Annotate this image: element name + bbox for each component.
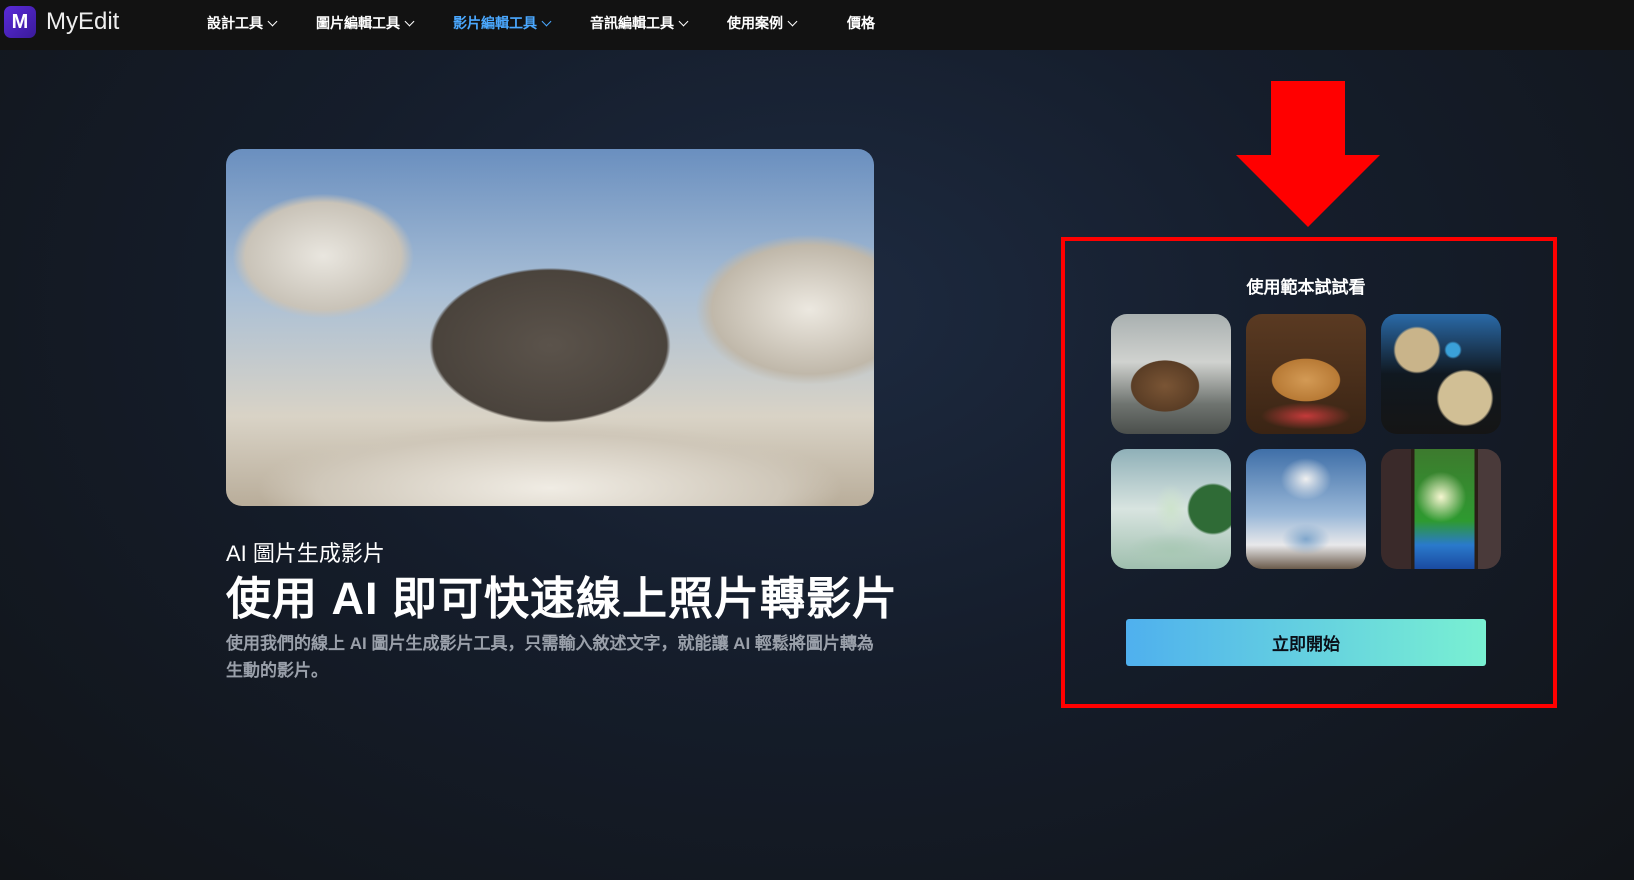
chevron-down-icon <box>267 16 278 26</box>
template-skincare[interactable] <box>1111 449 1231 569</box>
chevron-down-icon <box>404 16 415 26</box>
nav-label: 影片編輯工具 <box>453 15 537 31</box>
chevron-down-icon <box>787 16 798 26</box>
start-now-button[interactable]: 立即開始 <box>1126 619 1486 666</box>
nav-video-tools[interactable]: 影片編輯工具 <box>453 13 552 33</box>
hero-image-elephant-in-clouds <box>226 149 874 506</box>
chevron-down-icon <box>541 16 552 26</box>
nav-pricing[interactable]: 價格 <box>847 13 875 33</box>
nav-label: 設計工具 <box>207 15 263 31</box>
nav-label: 價格 <box>847 15 875 31</box>
annotation-arrow-down-icon <box>1236 155 1380 227</box>
chevron-down-icon <box>678 16 689 26</box>
hero-description: 使用我們的線上 AI 圖片生成影片工具，只需輸入敘述文字，就能讓 AI 輕鬆將圖… <box>226 634 874 680</box>
nav-use-cases[interactable]: 使用案例 <box>727 13 798 33</box>
nav-label: 使用案例 <box>727 15 783 31</box>
template-cloud-coffee[interactable] <box>1246 449 1366 569</box>
nav-label: 圖片編輯工具 <box>316 15 400 31</box>
templates-heading: 使用範本試試看 <box>1246 278 1366 297</box>
top-nav: M MyEdit 設計工具 圖片編輯工具 影片編輯工具 音訊編輯工具 使用案例 … <box>0 0 1634 50</box>
template-pancakes[interactable] <box>1246 314 1366 434</box>
template-coral-reef[interactable] <box>1381 314 1501 434</box>
nav-audio-tools[interactable]: 音訊編輯工具 <box>590 13 689 33</box>
nav-design-tools[interactable]: 設計工具 <box>207 13 278 33</box>
logo-icon: M <box>4 6 36 38</box>
brand-name: MyEdit <box>46 8 120 35</box>
template-window-palm[interactable] <box>1381 449 1501 569</box>
hero-title: 使用 AI 即可快速線上照片轉影片 <box>226 573 899 624</box>
nav-photo-tools[interactable]: 圖片編輯工具 <box>316 13 415 33</box>
nav-label: 音訊編輯工具 <box>590 15 674 31</box>
template-capybara[interactable] <box>1111 314 1231 434</box>
annotation-arrow-shaft <box>1271 81 1345 157</box>
logo[interactable]: M MyEdit <box>4 6 119 38</box>
